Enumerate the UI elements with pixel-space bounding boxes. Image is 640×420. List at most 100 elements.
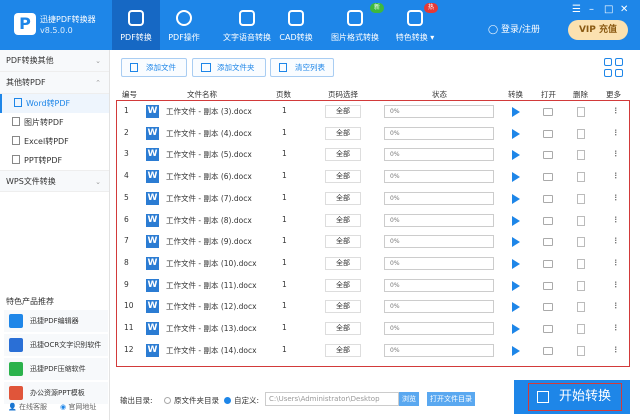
page-range-select[interactable]: 全部	[325, 191, 361, 205]
play-icon[interactable]	[512, 128, 520, 139]
play-icon[interactable]	[512, 193, 520, 204]
more-icon[interactable]: ⋮	[612, 128, 620, 137]
folder-open-icon[interactable]	[543, 346, 553, 355]
more-icon[interactable]: ⋮	[612, 106, 620, 115]
table-row[interactable]: 11 W 工作文件 - 副本 (13).docx 1 全部 0% ⋮	[116, 319, 630, 340]
play-icon[interactable]	[512, 280, 520, 291]
trash-icon[interactable]	[577, 345, 585, 356]
tab-cad[interactable]: CAD转换	[278, 0, 314, 50]
sidebar-item-image-pdf[interactable]: 图片转PDF	[0, 113, 109, 132]
folder-open-icon[interactable]	[543, 194, 553, 203]
tab-text-speech[interactable]: 文字语音转换	[212, 0, 282, 50]
page-range-select[interactable]: 全部	[325, 322, 361, 335]
tab-pdf-ops[interactable]: PDF操作	[162, 0, 206, 50]
page-range-select[interactable]: 全部	[325, 126, 361, 140]
page-range-select[interactable]: 全部	[325, 256, 361, 270]
product-ocr[interactable]: 迅捷OCR文字识别软件	[4, 334, 108, 356]
add-file-button[interactable]: 添加文件	[121, 58, 187, 77]
website-link[interactable]: ◉ 官网地址	[60, 402, 96, 412]
more-icon[interactable]: ⋮	[612, 280, 620, 289]
table-row[interactable]: 1 W 工作文件 - 副本 (3).docx 1 全部 0% ⋮	[116, 102, 630, 123]
product-compress[interactable]: 迅捷PDF压缩软件	[4, 358, 108, 380]
grid-view-icon[interactable]	[604, 58, 624, 78]
folder-open-icon[interactable]	[543, 129, 553, 138]
more-icon[interactable]: ⋮	[612, 171, 620, 180]
maximize-icon[interactable]: □	[604, 4, 613, 15]
play-icon[interactable]	[512, 150, 520, 161]
folder-open-icon[interactable]	[543, 238, 553, 247]
play-icon[interactable]	[512, 258, 520, 269]
close-icon[interactable]: ✕	[620, 4, 628, 15]
play-icon[interactable]	[512, 107, 520, 117]
product-ppt[interactable]: 办公资源PPT模板	[4, 382, 108, 404]
table-row[interactable]: 12 W 工作文件 - 副本 (14).docx 1 全部 0% ⋮	[116, 341, 630, 362]
trash-icon[interactable]	[577, 280, 585, 291]
login-button[interactable]: ◯ 登录/注册	[488, 22, 540, 35]
more-icon[interactable]: ⋮	[612, 236, 620, 245]
folder-open-icon[interactable]	[543, 281, 553, 290]
menu-icon[interactable]: ☰	[572, 4, 581, 15]
trash-icon[interactable]	[577, 302, 585, 313]
play-icon[interactable]	[512, 302, 520, 313]
radio-source-folder[interactable]: 原文件夹目录	[164, 395, 219, 406]
more-icon[interactable]: ⋮	[612, 323, 620, 332]
folder-open-icon[interactable]	[543, 303, 553, 312]
page-range-select[interactable]: 全部	[325, 170, 361, 184]
trash-icon[interactable]	[577, 237, 585, 248]
trash-icon[interactable]	[577, 128, 585, 139]
table-row[interactable]: 5 W 工作文件 - 副本 (7).docx 1 全部 0% ⋮	[116, 189, 630, 210]
online-service-link[interactable]: 👤 在线客服	[8, 402, 47, 412]
add-folder-button[interactable]: 添加文件夹	[192, 58, 266, 77]
play-icon[interactable]	[512, 237, 520, 248]
trash-icon[interactable]	[577, 324, 585, 334]
minimize-icon[interactable]: –	[589, 4, 594, 15]
table-row[interactable]: 9 W 工作文件 - 副本 (11).docx 1 全部 0% ⋮	[116, 276, 630, 297]
page-range-select[interactable]: 全部	[325, 213, 361, 227]
open-folder-button[interactable]: 打开文件目录	[427, 392, 475, 406]
sidebar-group-pdf-other[interactable]: PDF转换其他 ⌄	[0, 50, 109, 72]
trash-icon[interactable]	[577, 107, 585, 117]
sidebar-item-ppt-pdf[interactable]: PPT转PDF	[0, 151, 109, 170]
product-pdf-editor[interactable]: 迅捷PDF编辑器	[4, 310, 108, 332]
sidebar-group-wps[interactable]: WPS文件转换 ⌄	[0, 170, 109, 192]
page-range-select[interactable]: 全部	[325, 235, 361, 249]
play-icon[interactable]	[512, 345, 520, 356]
folder-open-icon[interactable]	[543, 108, 553, 116]
more-icon[interactable]: ⋮	[612, 149, 620, 158]
folder-open-icon[interactable]	[543, 216, 553, 225]
vip-button[interactable]: VIP 充值	[568, 20, 628, 40]
trash-icon[interactable]	[577, 150, 585, 161]
radio-custom[interactable]: 自定义:	[224, 395, 259, 406]
page-range-select[interactable]: 全部	[325, 300, 361, 314]
page-range-select[interactable]: 全部	[325, 343, 361, 357]
folder-open-icon[interactable]	[543, 325, 553, 333]
clear-list-button[interactable]: 清空列表	[270, 58, 334, 77]
tab-pdf-convert[interactable]: PDF转换	[112, 0, 160, 50]
table-row[interactable]: 7 W 工作文件 - 副本 (9).docx 1 全部 0% ⋮	[116, 232, 630, 253]
more-icon[interactable]: ⋮	[612, 301, 620, 310]
sidebar-item-excel-pdf[interactable]: Excel转PDF	[0, 132, 109, 151]
trash-icon[interactable]	[577, 172, 585, 183]
output-path-input[interactable]: C:\Users\Administrator\Desktop	[265, 392, 399, 406]
table-row[interactable]: 4 W 工作文件 - 副本 (6).docx 1 全部 0% ⋮	[116, 167, 630, 188]
page-range-select[interactable]: 全部	[325, 148, 361, 162]
table-row[interactable]: 2 W 工作文件 - 副本 (4).docx 1 全部 0% ⋮	[116, 124, 630, 145]
play-icon[interactable]	[512, 172, 520, 183]
table-row[interactable]: 6 W 工作文件 - 副本 (8).docx 1 全部 0% ⋮	[116, 211, 630, 232]
more-icon[interactable]: ⋮	[612, 215, 620, 224]
trash-icon[interactable]	[577, 215, 585, 226]
folder-open-icon[interactable]	[543, 173, 553, 182]
folder-open-icon[interactable]	[543, 259, 553, 268]
play-icon[interactable]	[512, 215, 520, 226]
page-range-select[interactable]: 全部	[325, 105, 361, 118]
table-row[interactable]: 8 W 工作文件 - 副本 (10).docx 1 全部 0% ⋮	[116, 254, 630, 275]
more-icon[interactable]: ⋮	[612, 345, 620, 354]
page-range-select[interactable]: 全部	[325, 278, 361, 292]
more-icon[interactable]: ⋮	[612, 193, 620, 202]
trash-icon[interactable]	[577, 258, 585, 269]
table-row[interactable]: 3 W 工作文件 - 副本 (5).docx 1 全部 0% ⋮	[116, 145, 630, 166]
sidebar-group-to-pdf[interactable]: 其他转PDF ⌃	[0, 72, 109, 94]
trash-icon[interactable]	[577, 193, 585, 204]
more-icon[interactable]: ⋮	[612, 258, 620, 267]
folder-open-icon[interactable]	[543, 151, 553, 160]
